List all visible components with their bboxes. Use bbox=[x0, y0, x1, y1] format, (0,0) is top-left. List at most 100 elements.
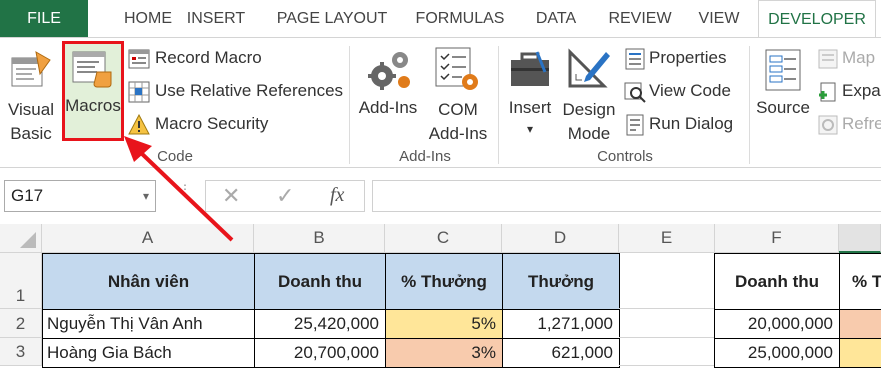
tab-formulas[interactable]: FORMULAS bbox=[405, 0, 515, 37]
com-add-ins-button[interactable]: COM Add-Ins bbox=[424, 42, 492, 146]
group-label-controls: Controls bbox=[597, 148, 653, 165]
tab-file[interactable]: FILE bbox=[0, 0, 88, 37]
row-header-2[interactable]: 2 bbox=[0, 309, 42, 338]
toolbox-icon bbox=[511, 51, 549, 86]
cancel-icon[interactable]: ✕ bbox=[222, 183, 240, 209]
cell-pct[interactable]: 5% bbox=[385, 309, 503, 339]
formula-input[interactable] bbox=[372, 180, 881, 212]
map-properties-button[interactable]: Map bbox=[817, 46, 881, 72]
view-code-label: View Code bbox=[649, 81, 731, 100]
add-ins-button[interactable]: Add-Ins bbox=[354, 42, 422, 146]
view-code-button[interactable]: View Code bbox=[624, 79, 744, 105]
design-mode-icon bbox=[568, 48, 610, 88]
visual-basic-label-2: Basic bbox=[10, 124, 52, 143]
macros-button[interactable]: Macros bbox=[62, 41, 124, 141]
column-header-g[interactable] bbox=[839, 224, 881, 253]
expansion-packs-icon bbox=[819, 82, 836, 102]
group-label-add-ins: Add-Ins bbox=[399, 148, 451, 165]
tab-developer[interactable]: DEVELOPER bbox=[758, 0, 876, 37]
dropdown-arrow-icon: ▾ bbox=[526, 122, 534, 136]
cell-pct[interactable]: 3% bbox=[385, 338, 503, 368]
tab-page-layout[interactable]: PAGE LAYOUT bbox=[266, 0, 398, 37]
name-box[interactable]: G17 ▾ bbox=[4, 180, 156, 212]
visual-basic-icon bbox=[11, 51, 51, 87]
design-mode-button[interactable]: Design Mode bbox=[558, 42, 620, 146]
cell-revenue[interactable]: 20,700,000 bbox=[254, 338, 386, 368]
map-properties-label: Map bbox=[842, 48, 876, 67]
run-dialog-icon bbox=[626, 114, 644, 136]
name-box-dropdown-icon[interactable]: ▾ bbox=[143, 181, 149, 211]
macro-security-button[interactable]: Macro Security bbox=[128, 112, 343, 138]
column-header-d[interactable]: D bbox=[502, 224, 619, 253]
enter-icon[interactable]: ✓ bbox=[276, 183, 294, 209]
column-header-f[interactable]: F bbox=[715, 224, 839, 253]
refresh-data-icon bbox=[818, 115, 838, 135]
macro-security-label: Macro Security bbox=[155, 114, 269, 133]
group-label-code: Code bbox=[157, 148, 193, 165]
macros-icon bbox=[72, 51, 112, 88]
macros-label: Macros bbox=[65, 96, 121, 115]
header-cell-g[interactable]: % T bbox=[839, 253, 881, 310]
group-separator bbox=[749, 46, 750, 164]
properties-button[interactable]: Properties bbox=[624, 46, 744, 72]
properties-icon bbox=[625, 48, 645, 70]
add-ins-label: Add-Ins bbox=[358, 98, 418, 117]
tab-data[interactable]: DATA bbox=[528, 0, 584, 37]
com-add-ins-label-2: Add-Ins bbox=[428, 124, 488, 143]
formula-bar-grip-icon: ⋮ bbox=[179, 182, 191, 196]
com-add-ins-icon bbox=[435, 47, 478, 90]
cell-name[interactable]: Nguyễn Thị Vân Anh bbox=[42, 309, 255, 339]
refresh-data-button[interactable]: Refre bbox=[817, 112, 881, 138]
cell-e3[interactable] bbox=[619, 338, 715, 366]
tab-insert[interactable]: INSERT bbox=[180, 0, 252, 37]
relative-references-label: Use Relative References bbox=[155, 81, 344, 100]
cell-g3[interactable] bbox=[839, 338, 881, 368]
properties-label: Properties bbox=[649, 48, 727, 67]
column-header-e[interactable]: E bbox=[619, 224, 715, 253]
cell-f3[interactable]: 25,000,000 bbox=[714, 338, 840, 368]
cell-f2[interactable]: 20,000,000 bbox=[714, 309, 840, 339]
select-all-corner[interactable] bbox=[0, 224, 42, 253]
cell-bonus[interactable]: 621,000 bbox=[502, 338, 620, 368]
column-header-a[interactable]: A bbox=[42, 224, 254, 253]
header-cell-pct-thuong[interactable]: % Thưởng bbox=[385, 253, 503, 310]
use-relative-references-button[interactable]: Use Relative References bbox=[128, 79, 343, 105]
header-cell-nhan-vien[interactable]: Nhân viên bbox=[42, 253, 255, 310]
column-header-c[interactable]: C bbox=[385, 224, 502, 253]
group-separator bbox=[498, 46, 499, 164]
record-macro-button[interactable]: Record Macro bbox=[128, 46, 343, 72]
run-dialog-button[interactable]: Run Dialog bbox=[624, 112, 744, 138]
design-mode-label-2: Mode bbox=[567, 124, 611, 143]
com-add-ins-label-1: COM bbox=[438, 100, 478, 119]
header-cell-f[interactable]: Doanh thu bbox=[714, 253, 840, 310]
insert-function-icon[interactable]: fx bbox=[330, 184, 344, 207]
name-box-value: G17 bbox=[11, 186, 44, 205]
map-properties-icon bbox=[818, 49, 838, 69]
cell-revenue[interactable]: 25,420,000 bbox=[254, 309, 386, 339]
column-header-b[interactable]: B bbox=[254, 224, 385, 253]
cell-g2[interactable] bbox=[839, 309, 881, 339]
xml-source-icon bbox=[765, 49, 801, 91]
run-dialog-label: Run Dialog bbox=[649, 114, 734, 133]
cell-bonus[interactable]: 1,271,000 bbox=[502, 309, 620, 339]
header-cell-doanh-thu[interactable]: Doanh thu bbox=[254, 253, 386, 310]
expansion-packs-button[interactable]: Expa bbox=[817, 79, 881, 105]
insert-controls-label: Insert bbox=[508, 98, 552, 117]
cell-e2[interactable] bbox=[619, 309, 715, 338]
header-cell-thuong[interactable]: Thưởng bbox=[502, 253, 620, 310]
row-header-3[interactable]: 3 bbox=[0, 338, 42, 366]
record-macro-label: Record Macro bbox=[155, 48, 262, 67]
insert-controls-button[interactable]: Insert ▾ bbox=[503, 42, 557, 146]
source-button[interactable]: Source bbox=[752, 42, 814, 146]
formula-bar: G17 ▾ ⋮ ✕ ✓ fx bbox=[0, 168, 881, 224]
group-separator bbox=[349, 46, 350, 164]
visual-basic-button[interactable]: Visual Basic bbox=[4, 42, 58, 146]
warning-icon bbox=[128, 114, 150, 135]
cell-e1[interactable] bbox=[619, 253, 715, 309]
cell-name[interactable]: Hoàng Gia Bách bbox=[42, 338, 255, 368]
ribbon-tab-bar: FILE HOME INSERT PAGE LAYOUT FORMULAS DA… bbox=[0, 0, 881, 37]
tab-view[interactable]: VIEW bbox=[692, 0, 746, 37]
tab-review[interactable]: REVIEW bbox=[600, 0, 680, 37]
expansion-packs-label: Expa bbox=[842, 81, 881, 100]
row-header-1[interactable]: 1 bbox=[0, 253, 42, 309]
